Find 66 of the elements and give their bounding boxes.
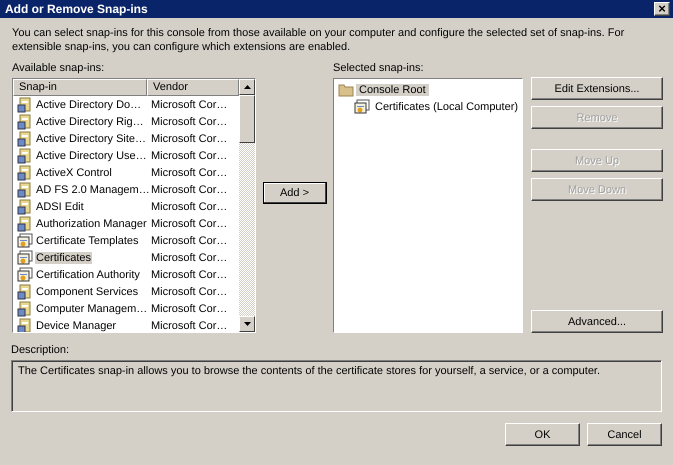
- vendor-cell-text: Microsoft Cor…: [150, 268, 228, 280]
- certificate-icon: [17, 250, 33, 266]
- description-box: The Certificates snap-in allows you to browse the contents of the certificate stores for yourself, a service, or a computer.: [11, 360, 662, 412]
- window-title: Add or Remove Snap-ins: [5, 2, 148, 16]
- snap-in-icon: [17, 300, 33, 316]
- dialog-button[interactable]: Edit Extensions...: [531, 77, 663, 100]
- scroll-thumb[interactable]: [239, 95, 255, 143]
- snap-in-name[interactable]: Computer Managem…: [35, 302, 148, 314]
- snap-in-icon: [17, 148, 33, 164]
- tree-label: Selected snap-ins:: [333, 62, 424, 76]
- certificate-icon: [17, 232, 33, 248]
- list-label: Available snap-ins:: [12, 62, 106, 76]
- snap-in-icon: [17, 182, 33, 198]
- add-button[interactable]: Add >: [262, 182, 326, 204]
- scrollbar[interactable]: [239, 79, 255, 332]
- snap-in-icon: [17, 284, 33, 300]
- snap-in-name[interactable]: Active Directory Do…: [35, 98, 142, 110]
- dialog-button[interactable]: OK: [505, 423, 580, 446]
- vendor-cell-text: Microsoft Cor…: [150, 320, 228, 332]
- column-header[interactable]: Vendor: [147, 79, 239, 96]
- dialog-button[interactable]: Cancel: [587, 423, 662, 446]
- snap-in-list[interactable]: [12, 78, 256, 333]
- snap-in-name[interactable]: ActiveX Control: [35, 166, 113, 178]
- vendor-cell-text: Microsoft Cor…: [150, 166, 228, 178]
- snap-in-icon: [17, 130, 33, 146]
- vendor-cell-text: Microsoft Cor…: [150, 184, 228, 196]
- snap-in-name[interactable]: Active Directory Use…: [35, 150, 148, 162]
- instructions-text: You can select snap-ins for this console from those available on your computer and configure the selected set of snap-ins. For extensible snap-ins, you can configure which extensions are enabled.: [12, 27, 624, 53]
- snap-in-icon: [17, 96, 33, 112]
- snap-in-name[interactable]: Active Directory Rig…: [35, 116, 145, 128]
- snap-in-icon: [17, 164, 33, 180]
- snap-in-name[interactable]: Active Directory Site…: [35, 132, 148, 144]
- certificate-icon: [17, 266, 33, 282]
- tree-item[interactable]: Certificates (Local Computer): [372, 100, 522, 112]
- snap-in-name[interactable]: Device Manager: [35, 320, 118, 332]
- tree-item[interactable]: Console Root: [356, 84, 429, 96]
- vendor-cell-text: Microsoft Cor…: [150, 218, 228, 230]
- vendor-cell-text: Microsoft Cor…: [150, 252, 228, 264]
- snap-in-name[interactable]: Certificate Templates: [35, 234, 140, 246]
- vendor-cell-text: Microsoft Cor…: [150, 302, 228, 314]
- close-button[interactable]: ×: [654, 2, 670, 16]
- vendor-cell-text: Microsoft Cor…: [150, 150, 228, 162]
- snap-in-name[interactable]: Component Services: [35, 286, 140, 298]
- snap-in-tree[interactable]: Console Root Certificates (Local Computer): [333, 78, 523, 333]
- description-label: Description:: [11, 344, 70, 358]
- folder-icon: [338, 82, 354, 98]
- advanced-button[interactable]: Advanced...: [531, 310, 663, 333]
- vendor-cell-text: Microsoft Cor…: [150, 286, 228, 298]
- snap-in-name[interactable]: ADSI Edit: [35, 200, 85, 212]
- column-header[interactable]: Snap-in: [13, 79, 147, 96]
- scroll-up-icon[interactable]: [244, 85, 250, 89]
- snap-in-icon: [17, 318, 33, 332]
- scroll-down-icon[interactable]: [244, 322, 250, 326]
- vendor-cell-text: Microsoft Cor…: [150, 234, 228, 246]
- snap-in-name[interactable]: AD FS 2.0 Managem…: [35, 184, 151, 196]
- vendor-cell-text: Microsoft Cor…: [150, 116, 228, 128]
- certificate-icon: [354, 98, 370, 114]
- vendor-cell-text: Microsoft Cor…: [150, 98, 228, 110]
- snap-in-name[interactable]: Authorization Manager: [35, 218, 148, 230]
- vendor-cell-text: Microsoft Cor…: [150, 132, 228, 144]
- snap-in-name[interactable]: Certificates: [35, 252, 92, 264]
- vendor-cell-text: Microsoft Cor…: [150, 200, 228, 212]
- snap-in-icon: [17, 198, 33, 214]
- snap-in-icon: [17, 216, 33, 232]
- snap-in-name[interactable]: Certification Authority: [35, 268, 141, 280]
- snap-in-icon: [17, 114, 33, 130]
